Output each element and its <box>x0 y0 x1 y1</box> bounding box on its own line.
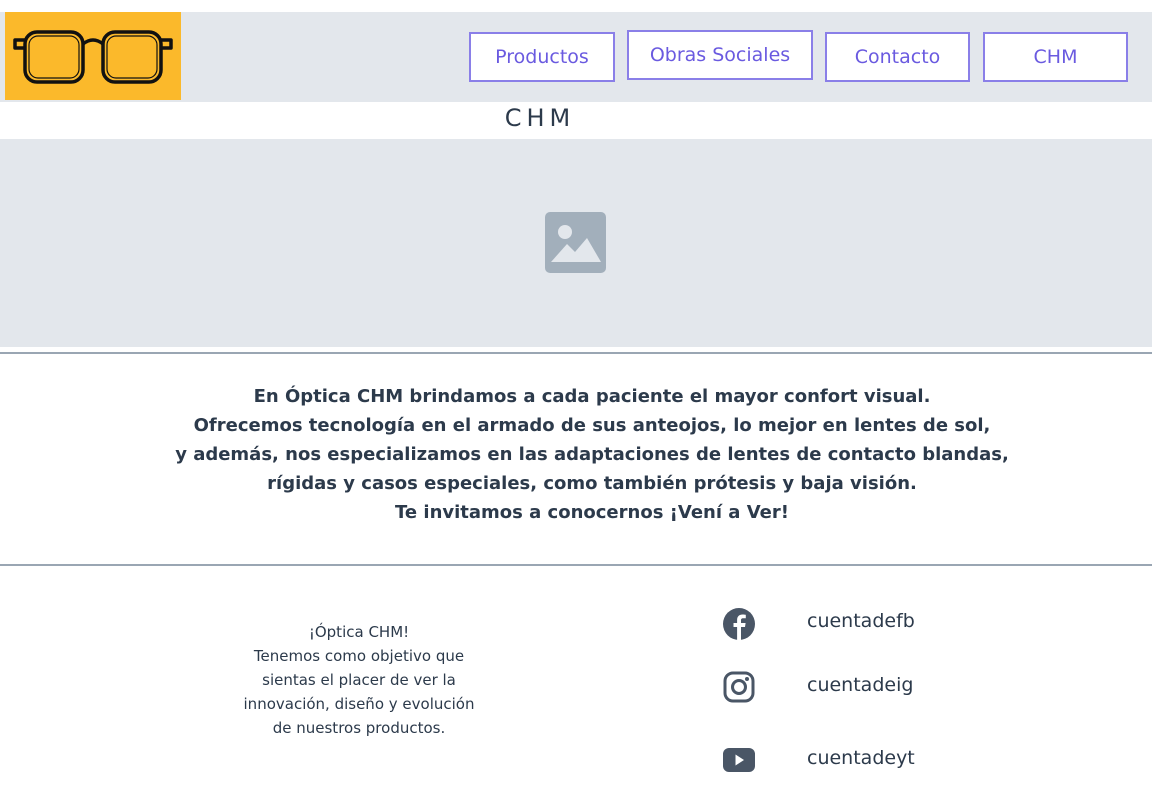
nav-obras-sociales-button[interactable]: Obras Sociales <box>627 30 813 80</box>
youtube-link[interactable]: cuentadeyt <box>807 745 915 771</box>
tagline-line: ¡Óptica CHM! <box>308 623 410 641</box>
about-line: En Óptica CHM brindamos a cada paciente … <box>253 386 931 407</box>
nav-contacto-label: Contacto <box>854 46 941 68</box>
facebook-link[interactable]: cuentadefb <box>807 608 915 634</box>
youtube-icon[interactable] <box>722 746 756 774</box>
divider-top <box>0 352 1152 354</box>
divider-bottom <box>0 564 1152 566</box>
facebook-icon[interactable] <box>722 607 756 641</box>
nav-productos-label: Productos <box>495 46 589 68</box>
nav-obras-sociales-label: Obras Sociales <box>649 44 791 66</box>
about-line: Ofrecemos tecnología en el armado de sus… <box>193 415 991 436</box>
nav-chm-button[interactable]: CHM <box>983 32 1128 82</box>
instagram-link[interactable]: cuentadeig <box>807 672 913 698</box>
tagline-line: Tenemos como objetivo que <box>253 647 465 665</box>
about-line: rígidas y casos especiales, como también… <box>267 473 917 494</box>
tagline-line: de nuestros productos. <box>272 719 446 737</box>
image-placeholder-icon <box>545 212 606 273</box>
hero-image <box>0 139 1152 347</box>
about-line: y además, nos especializamos en las adap… <box>175 444 1009 465</box>
about-text: En Óptica CHM brindamos a cada paciente … <box>90 382 1094 527</box>
page-title: CHM <box>504 104 576 132</box>
nav-productos-button[interactable]: Productos <box>469 32 615 82</box>
about-line: Te invitamos a conocernos ¡Vení a Ver! <box>395 502 789 523</box>
nav-contacto-button[interactable]: Contacto <box>825 32 970 82</box>
glasses-icon <box>13 30 173 84</box>
tagline-line: sientas el placer de ver la <box>262 671 456 689</box>
nav-chm-label: CHM <box>1033 46 1078 68</box>
instagram-icon[interactable] <box>722 670 756 704</box>
glasses-logo[interactable] <box>5 12 181 100</box>
site-header: Productos Obras Sociales Contacto CHM <box>0 12 1152 102</box>
footer-tagline: ¡Óptica CHM! Tenemos como objetivo que s… <box>220 620 498 740</box>
tagline-line: innovación, diseño y evolución <box>243 695 475 713</box>
